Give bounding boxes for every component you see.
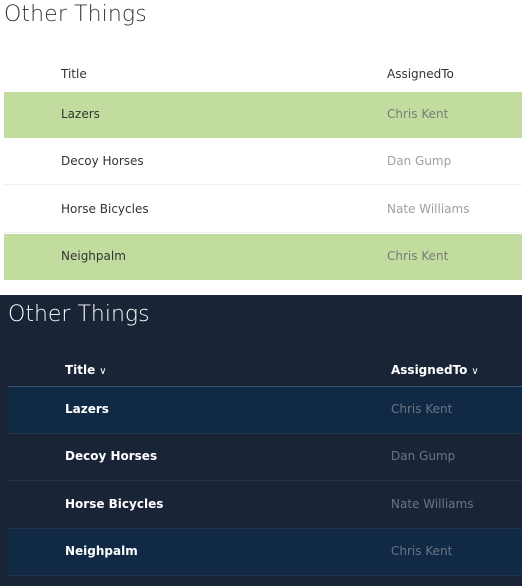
cell-title: Lazers [61,107,100,121]
table-row[interactable]: Horse Bicycles Nate Williams [8,482,522,529]
table-row[interactable]: Lazers Chris Kent [4,92,522,138]
list-view-dark: Other Things Title ∨ AssignedTo ∨ Lazers C… [0,295,522,586]
cell-assignedto: Dan Gump [387,154,452,168]
column-header-title[interactable]: Title [61,67,87,81]
cell-assignedto: Nate Williams [387,202,470,216]
cell-assignedto: Chris Kent [387,107,449,121]
cell-assignedto: Chris Kent [391,544,453,558]
column-header-title-label: Title [65,363,96,377]
column-header-row: Title ∨ AssignedTo ∨ [8,353,522,387]
chevron-down-icon[interactable]: ∨ [99,366,106,377]
column-header-row: Title AssignedTo [0,58,522,92]
table-row[interactable]: Neighpalm Chris Kent [4,234,522,280]
column-header-assignedto[interactable]: AssignedTo [387,67,454,81]
table-row[interactable]: Neighpalm Chris Kent [8,529,522,576]
chevron-down-icon[interactable]: ∨ [471,366,478,377]
column-header-title[interactable]: Title ∨ [65,363,107,377]
cell-title: Decoy Horses [65,449,158,463]
list-view-light: Other Things Title AssignedTo Lazers Chr… [0,0,522,295]
cell-assignedto: Chris Kent [391,402,453,416]
cell-title: Neighpalm [61,249,126,263]
list-title: Other Things [4,2,147,27]
table-row[interactable]: Lazers Chris Kent [8,387,522,434]
table-row[interactable]: Decoy Horses Dan Gump [4,139,522,185]
column-header-assignedto-label: AssignedTo [391,363,468,377]
list-title: Other Things [8,302,150,327]
cell-assignedto: Chris Kent [387,249,449,263]
table-row[interactable]: Horse Bicycles Nate Williams [4,187,522,233]
cell-assignedto: Dan Gump [391,449,456,463]
column-header-assignedto[interactable]: AssignedTo ∨ [391,363,479,377]
cell-title: Lazers [65,402,109,416]
cell-title: Neighpalm [65,544,138,558]
cell-title: Horse Bicycles [65,497,164,511]
table-row[interactable]: Decoy Horses Dan Gump [8,434,522,481]
cell-title: Horse Bicycles [61,202,149,216]
cell-assignedto: Nate Williams [391,497,474,511]
cell-title: Decoy Horses [61,154,144,168]
